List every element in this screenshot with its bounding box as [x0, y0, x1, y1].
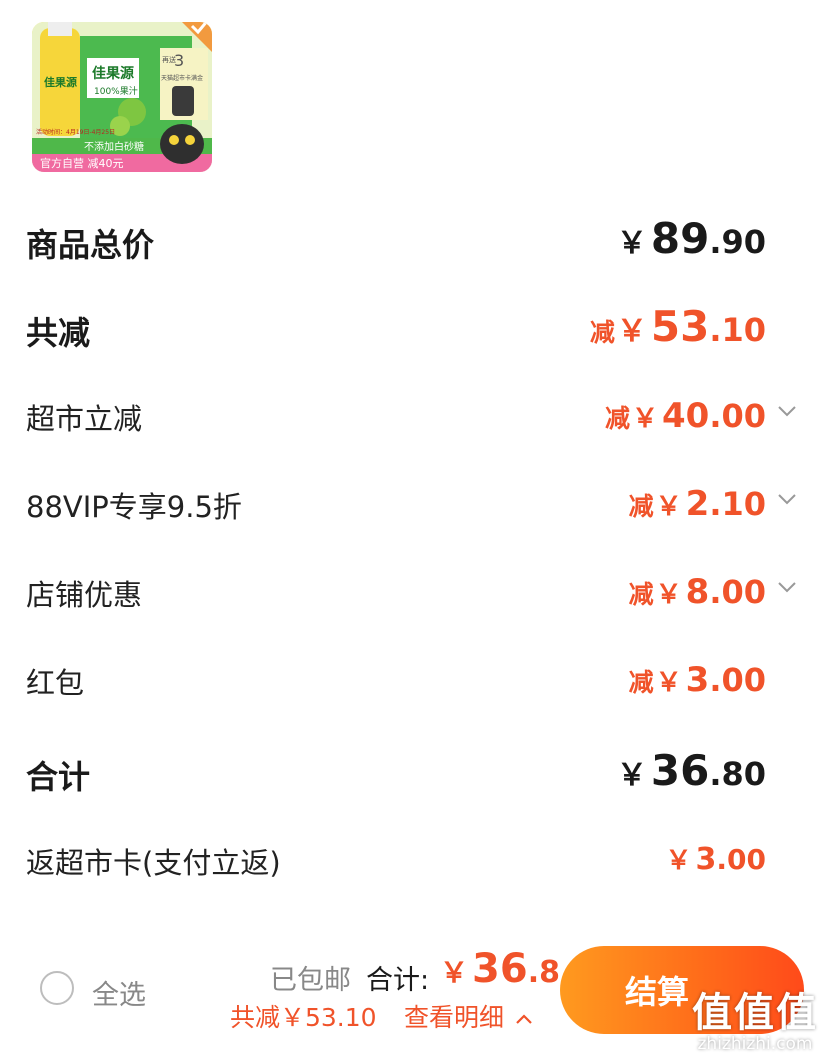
chevron-down-icon[interactable]: [776, 576, 798, 598]
discount-value: 减￥ 3.00: [628, 660, 766, 700]
saved-amount-text: 共减￥53.10: [230, 1003, 377, 1032]
product-sub-text: 100%果汁: [94, 85, 138, 97]
total-price-value: ￥89.90: [616, 214, 766, 263]
watermark-url: zhizhizhi.com: [697, 1034, 813, 1054]
grand-total-value: ￥36.80: [616, 746, 766, 795]
discount-row-88vip[interactable]: 88VIP专享9.5折 减￥ 2.10: [26, 484, 796, 528]
discount-value: 减￥ 2.10: [628, 484, 766, 524]
watermark-logo: 值值值: [692, 990, 818, 1036]
banner-no-sugar: 不添加白砂糖: [84, 140, 144, 153]
product-image: 佳果源 100%果汁 佳果源 活动时间：4月19日-4月25日 不添加白砂糖 官…: [32, 22, 212, 172]
chevron-up-icon: [516, 1014, 532, 1024]
total-price-label: 商品总价: [26, 226, 155, 264]
view-details-label: 查看明细: [404, 1003, 505, 1032]
cashback-row: 返超市卡(支付立返) ￥ 3.00: [26, 840, 766, 884]
cashback-label: 返超市卡(支付立返): [26, 846, 281, 880]
total-discount-row: 共减 减￥53.10: [26, 302, 766, 356]
side-tag-num: 3: [174, 51, 184, 70]
discount-label: 超市立减: [26, 402, 143, 436]
total-discount-label: 共减: [26, 314, 91, 352]
cashback-value: ￥ 3.00: [665, 842, 767, 877]
total-price-row: 商品总价 ￥89.90: [26, 214, 766, 268]
bottle-label: 佳果源: [44, 75, 77, 89]
select-all-label[interactable]: 全选: [92, 973, 146, 1012]
total-discount-value: 减￥53.10: [589, 302, 766, 351]
view-details-link[interactable]: 查看明细: [404, 998, 534, 1034]
discount-row-store[interactable]: 店铺优惠 减￥ 8.00: [26, 572, 796, 616]
discount-value: 减￥ 8.00: [628, 572, 766, 612]
discount-label: 88VIP专享9.5折: [26, 490, 242, 524]
bottom-checkout-bar: 全选 已包邮 合计: ￥ 36.8 共减￥53.10 查看明细 结算 值值值 zh…: [0, 930, 828, 1060]
watermark: 值值值 zhizhizhi.com: [692, 980, 818, 1054]
discount-label: 红包: [26, 666, 85, 700]
bottom-total-value: ￥ 36.8: [440, 946, 560, 992]
discount-row-supermarket[interactable]: 超市立减 减￥ 40.00: [26, 396, 796, 440]
discount-label: 店铺优惠: [26, 578, 143, 612]
side-tag-text: 天猫超市卡满金: [161, 74, 203, 82]
promo-date: 活动时间：4月19日-4月25日: [36, 128, 115, 136]
product-thumbnail[interactable]: 佳果源 100%果汁 佳果源 活动时间：4月19日-4月25日 不添加白砂糖 官…: [32, 22, 212, 172]
chevron-down-icon[interactable]: [776, 488, 798, 510]
grand-total-row: 合计 ￥36.80: [26, 746, 766, 800]
product-brand-text: 佳果源: [92, 65, 134, 82]
discount-value: 减￥ 40.00: [604, 396, 766, 436]
free-shipping-text: 已包邮: [270, 965, 351, 996]
chevron-down-icon[interactable]: [776, 400, 798, 422]
select-all-radio[interactable]: [40, 971, 74, 1005]
discount-row-redpacket: 红包 减￥ 3.00: [26, 660, 766, 704]
bottom-total-label: 合计:: [366, 965, 430, 996]
grand-total-label: 合计: [26, 758, 91, 796]
banner-official: 官方自营 减40元: [40, 156, 124, 170]
